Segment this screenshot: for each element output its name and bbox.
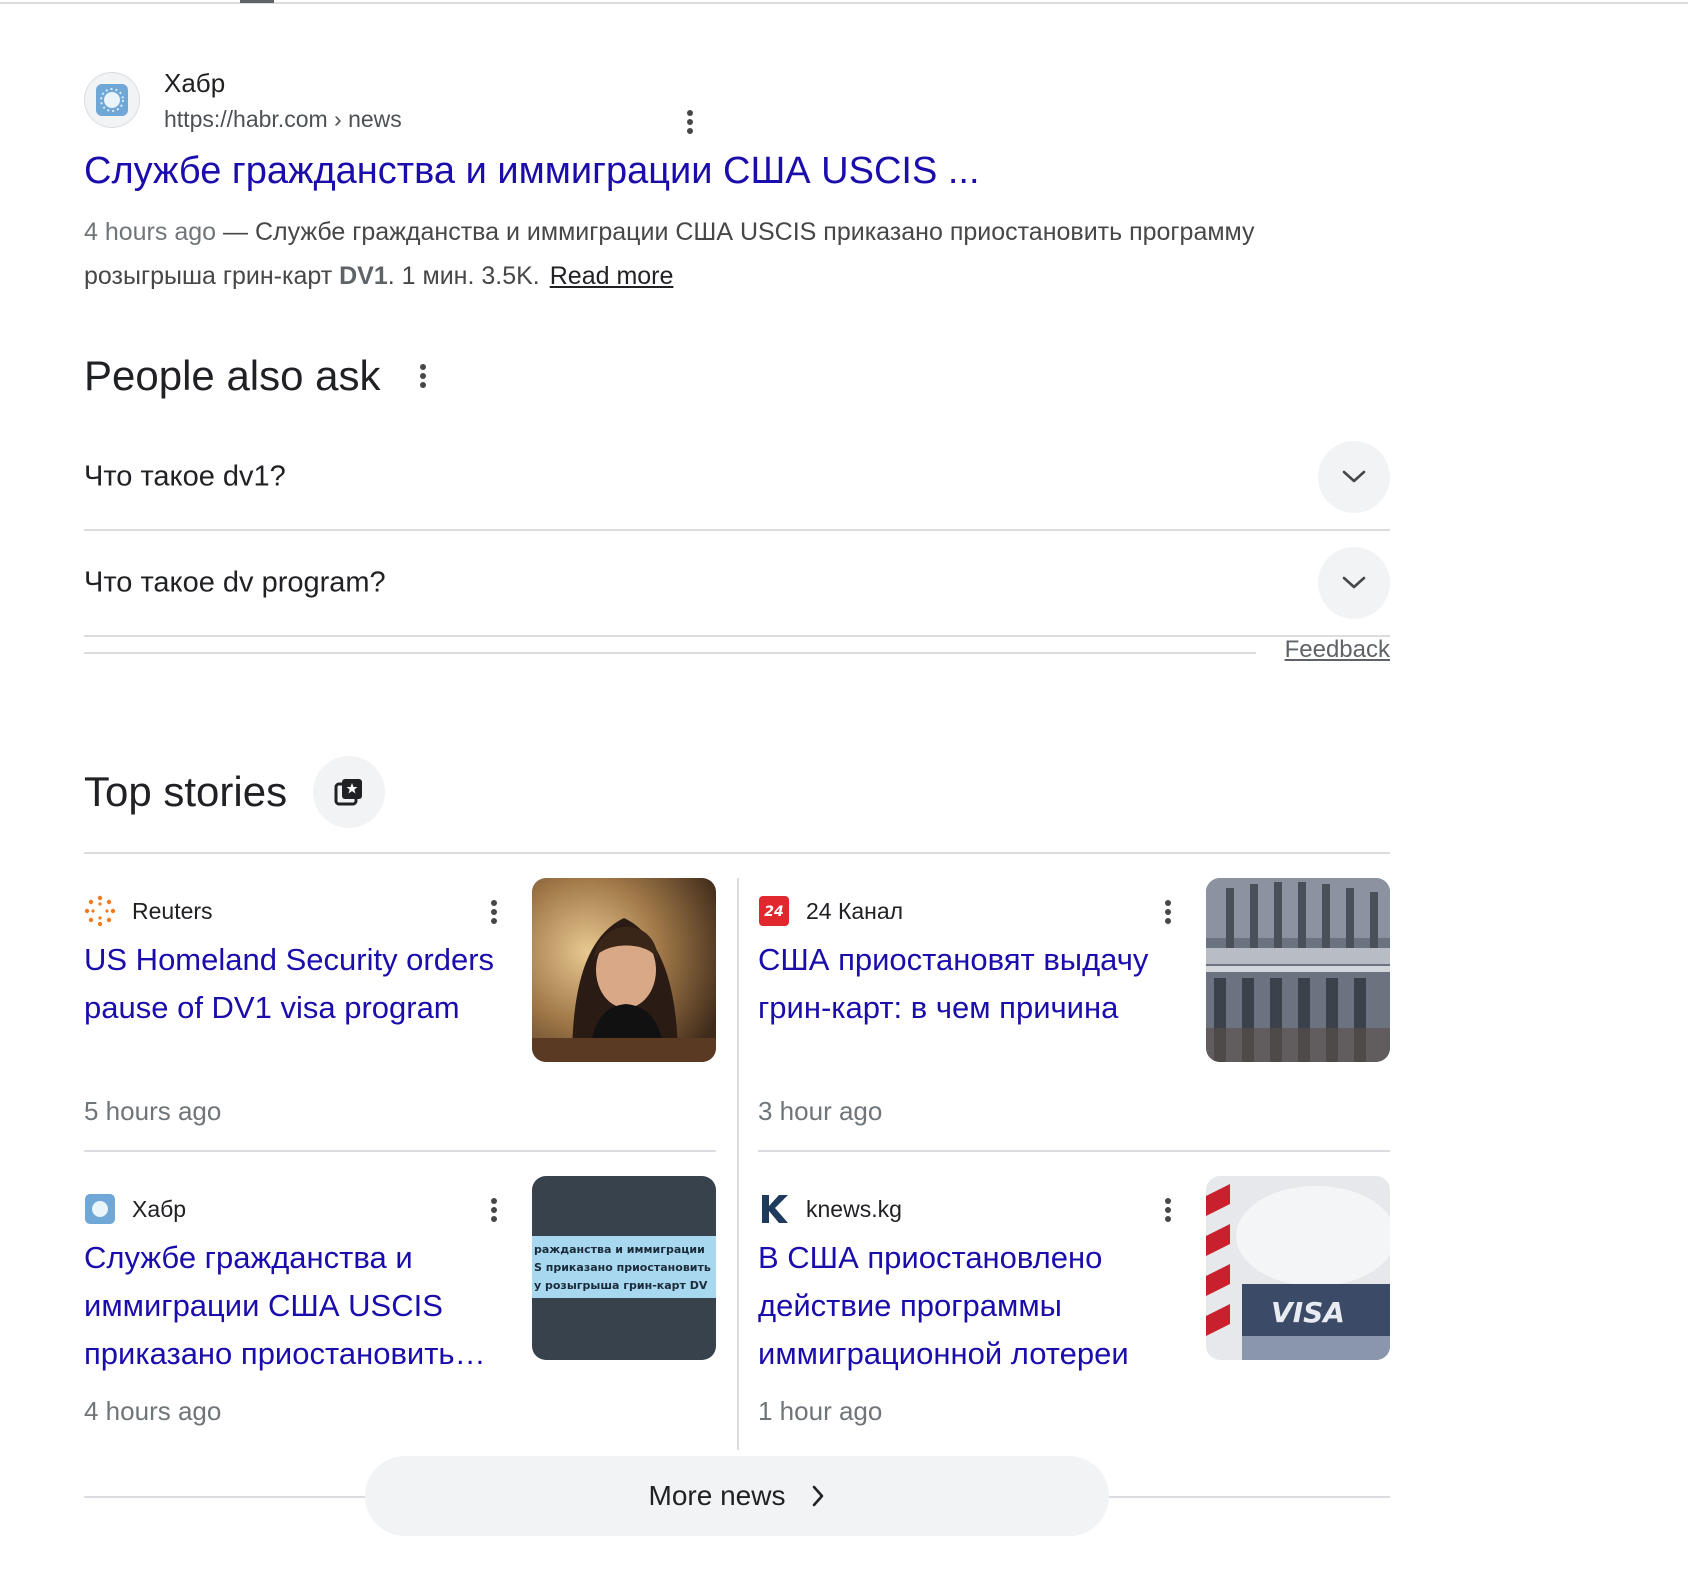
story-thumbnail: VISA — [1206, 1176, 1390, 1360]
more-options-icon[interactable] — [482, 1192, 506, 1228]
story-title[interactable]: В США приостановлено действие программы … — [758, 1234, 1178, 1378]
source-name: Reuters — [132, 897, 213, 924]
paa-header: People also ask — [84, 352, 435, 400]
divider — [84, 652, 1256, 654]
visa-label: VISA — [1271, 1296, 1345, 1329]
more-options-icon[interactable] — [674, 104, 706, 140]
source-name: knews.kg — [806, 1195, 902, 1222]
result-date: 4 hours ago — [84, 218, 217, 246]
story-time: 1 hour ago — [758, 1396, 883, 1426]
story-time: 3 hour ago — [758, 1096, 883, 1126]
feedback-link[interactable]: Feedback — [1285, 636, 1390, 664]
result-snippet: 4 hours ago — Службе гражданства и иммиг… — [84, 210, 1324, 298]
story-source: 24 24 Канал — [758, 894, 903, 928]
result-title-link[interactable]: Службе гражданства и иммиграции США USCI… — [84, 150, 980, 193]
paa-title: People also ask — [84, 352, 381, 399]
read-more-link[interactable]: Read more — [550, 262, 674, 290]
thumb-text-line: раждaнства и иммиграции — [534, 1243, 705, 1256]
source-name: 24 Канал — [806, 897, 904, 924]
paa-question-text: Что такое dv1? — [84, 460, 286, 493]
chevron-right-icon — [811, 1485, 825, 1507]
story-card[interactable]: Reuters US Homeland Security orders paus… — [84, 878, 716, 1158]
site-name: Хабр — [164, 68, 226, 98]
24-kanal-icon: 24 — [758, 895, 790, 927]
paa-question-text: Что такое dv program? — [84, 566, 386, 599]
source-name: Хабр — [132, 1195, 187, 1222]
more-news-button[interactable]: More news — [365, 1456, 1109, 1536]
snippet-dash: — — [216, 218, 255, 246]
knews-icon — [758, 1193, 790, 1225]
habr-icon — [84, 72, 140, 128]
top-stories-title: Top stories — [84, 768, 288, 815]
thumb-text-line: S приказано приостановить — [534, 1261, 711, 1274]
story-title[interactable]: Службе гражданства и иммиграции США USCI… — [84, 1234, 504, 1378]
story-card[interactable]: Хабр Службе гражданства и иммиграции США… — [84, 1176, 716, 1456]
stories-icon[interactable] — [313, 756, 386, 828]
more-options-icon[interactable] — [1156, 1192, 1180, 1228]
more-options-icon[interactable] — [482, 894, 506, 930]
story-thumbnail — [532, 878, 716, 1062]
chevron-down-icon[interactable] — [1318, 547, 1390, 619]
site-url: https://habr.com › news — [164, 106, 402, 132]
story-card[interactable]: 24 24 Канал США приостановят выдачу грин… — [758, 878, 1390, 1158]
paa-question[interactable]: Что такое dv1? — [84, 425, 1390, 531]
chevron-down-icon[interactable] — [1318, 441, 1390, 513]
active-tab-indicator — [240, 0, 274, 3]
more-news-label: More news — [648, 1480, 786, 1511]
snippet-bold: DV1 — [339, 262, 388, 290]
search-result: Хабр https://habr.com › news Службе граж… — [84, 68, 1390, 290]
paa-question[interactable]: Что такое dv program? — [84, 531, 1390, 637]
story-card[interactable]: knews.kg В США приостановлено действие п… — [758, 1176, 1390, 1456]
story-source: knews.kg — [758, 1192, 902, 1226]
divider — [737, 878, 739, 1450]
result-source[interactable]: Хабр https://habr.com › news — [84, 68, 1390, 134]
top-stories-header: Top stories — [84, 756, 386, 828]
story-time: 5 hours ago — [84, 1096, 222, 1126]
more-options-icon[interactable] — [411, 358, 435, 394]
story-thumbnail: раждaнства и иммиграции S приказано прио… — [532, 1176, 716, 1360]
story-source: Reuters — [84, 894, 213, 928]
snippet-text-end: . 1 мин. 3.5K. — [387, 262, 540, 290]
reuters-icon — [84, 895, 116, 927]
kanal-badge-text: 24 — [764, 904, 783, 920]
story-source: Хабр — [84, 1192, 186, 1226]
thumb-text-line: у розыгрыша грин-карт DV — [534, 1279, 708, 1292]
story-title[interactable]: США приостановят выдачу грин-карт: в чем… — [758, 936, 1178, 1032]
story-time: 4 hours ago — [84, 1396, 222, 1426]
habr-icon — [84, 1193, 116, 1225]
story-thumbnail — [1206, 878, 1390, 1062]
story-title[interactable]: US Homeland Security orders pause of DV1… — [84, 936, 504, 1032]
more-options-icon[interactable] — [1156, 894, 1180, 930]
divider — [84, 852, 1390, 854]
